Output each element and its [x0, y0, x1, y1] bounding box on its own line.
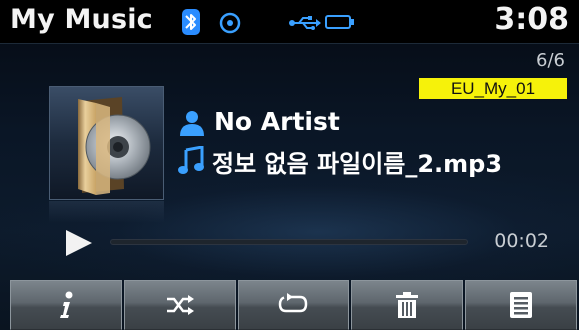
- album-art-reflection: [49, 201, 164, 223]
- app-title: My Music: [10, 4, 153, 35]
- music-player-screen: My Music 3:08 6/6 EU_My_01 No Artist 정보 …: [0, 0, 579, 330]
- progress-bar[interactable]: [110, 239, 468, 245]
- artist-name: No Artist: [214, 107, 340, 136]
- elapsed-time: 00:02: [494, 230, 549, 252]
- disc-icon: [219, 12, 241, 34]
- repeat-button[interactable]: [237, 280, 350, 330]
- list-button[interactable]: [465, 280, 577, 330]
- track-count: 6/6: [536, 50, 565, 71]
- bluetooth-icon: [182, 9, 200, 35]
- battery-icon: [325, 15, 354, 29]
- clock: 3:08: [494, 2, 569, 37]
- shuffle-icon: [166, 295, 194, 315]
- play-icon[interactable]: [62, 226, 96, 260]
- control-bar: [10, 280, 577, 330]
- shuffle-button[interactable]: [123, 280, 236, 330]
- delete-button[interactable]: [351, 280, 464, 330]
- trash-icon: [396, 292, 419, 318]
- info-button[interactable]: [10, 280, 122, 330]
- album-art: [49, 86, 164, 200]
- folder-cd-icon: [78, 97, 151, 195]
- list-icon: [510, 292, 533, 318]
- music-note-icon: [178, 146, 204, 174]
- person-icon: [180, 111, 204, 136]
- info-icon: [59, 291, 73, 318]
- usb-icon: [289, 16, 321, 30]
- playlist-badge: EU_My_01: [419, 78, 567, 99]
- status-bar: My Music 3:08: [0, 0, 579, 44]
- repeat-icon: [279, 293, 308, 313]
- file-name: 정보 없음 파일이름_2.mp3: [212, 150, 503, 178]
